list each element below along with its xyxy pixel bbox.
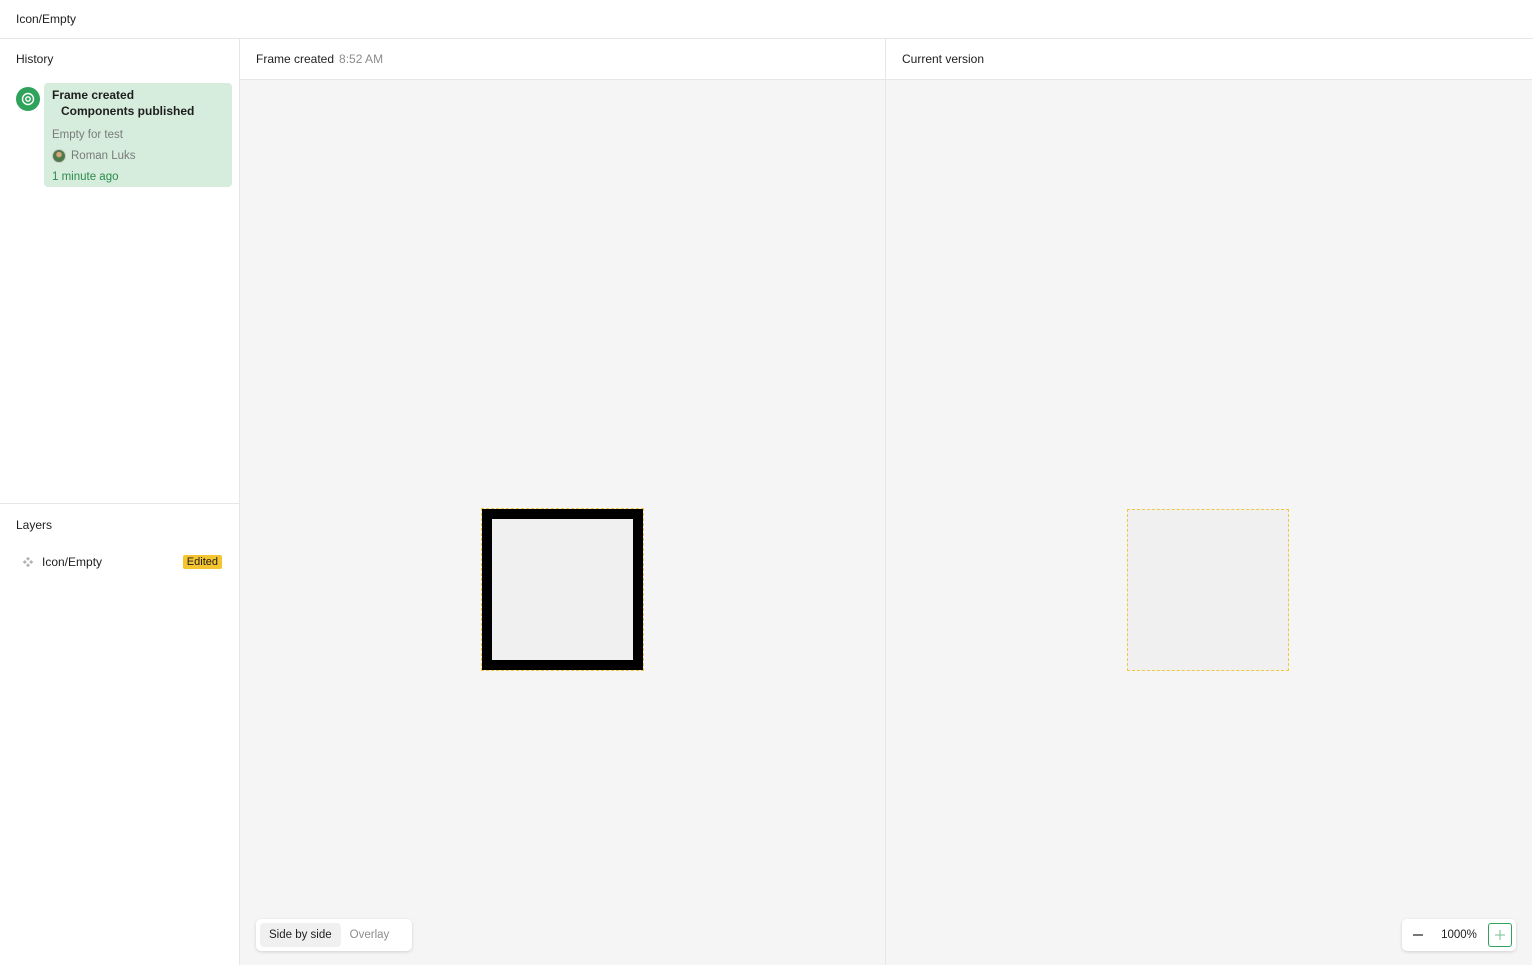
history-section: History Frame created Components publish… xyxy=(0,39,239,504)
edited-badge: Edited xyxy=(182,555,222,569)
layers-title: Layers xyxy=(16,518,53,532)
layer-name: Icon/Empty xyxy=(42,555,103,569)
layers-section: Layers Icon/Empty Edited xyxy=(0,504,239,965)
overlay-button[interactable]: Overlay xyxy=(341,923,399,947)
version-card[interactable]: Frame created Components published Empty… xyxy=(44,83,232,187)
frame-preview-previous[interactable] xyxy=(481,508,644,671)
frame-preview-current[interactable] xyxy=(1127,509,1289,671)
plus-icon[interactable] xyxy=(1488,923,1512,947)
minus-icon[interactable] xyxy=(1406,923,1430,947)
panel-header-right: Current version xyxy=(886,39,1532,80)
current-version-panel: Current version 1000% xyxy=(886,39,1532,965)
side-by-side-button[interactable]: Side by side xyxy=(260,923,341,947)
version-event: Frame created xyxy=(52,88,135,102)
version-description: Empty for test xyxy=(52,129,123,141)
panel-header-left: Frame created 8:52 AM xyxy=(240,39,885,80)
zoom-level: 1000% xyxy=(1441,929,1477,941)
frame-preview-previous-inner xyxy=(492,519,633,660)
version-author-row: Roman Luks xyxy=(52,149,224,163)
history-title: History xyxy=(16,52,54,66)
zoom-control: 1000% xyxy=(1402,919,1516,951)
version-target-icon[interactable] xyxy=(16,87,40,111)
version-subtitle: Components published xyxy=(61,104,195,118)
sidebar: History Frame created Components publish… xyxy=(0,39,240,965)
panel-time-left: 8:52 AM xyxy=(339,52,384,66)
component-icon xyxy=(22,556,34,568)
layer-item[interactable]: Icon/Empty Edited xyxy=(16,552,224,572)
version-time: 1 minute ago xyxy=(52,171,119,183)
previous-version-panel: Frame created 8:52 AM Side by side Overl… xyxy=(240,39,886,965)
panel-title-right: Current version xyxy=(902,52,985,66)
window-title: Icon/Empty xyxy=(16,12,77,26)
view-mode-toggle: Side by side Overlay xyxy=(256,919,412,951)
top-bar: Icon/Empty xyxy=(0,0,1533,39)
version-author: Roman Luks xyxy=(71,150,136,162)
panel-title-left: Frame created xyxy=(256,52,335,66)
avatar xyxy=(52,149,66,163)
